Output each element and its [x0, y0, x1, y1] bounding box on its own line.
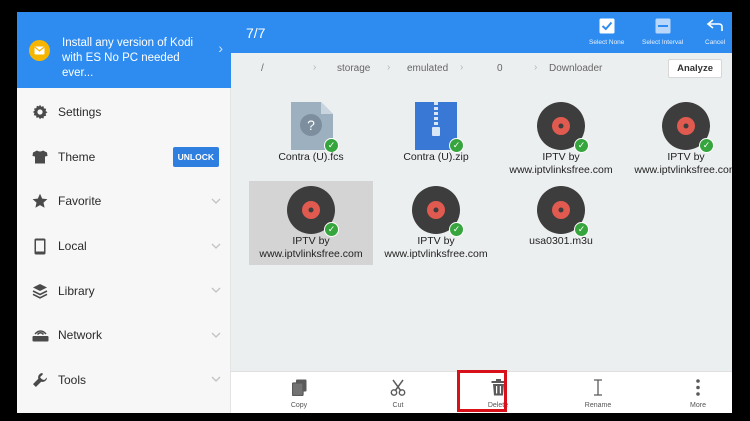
- media-disc-icon: ✓: [661, 101, 714, 153]
- selection-header: 7/7 Select None Select Interval Cancel: [231, 12, 732, 53]
- breadcrumb-segment-0[interactable]: 0: [497, 63, 503, 74]
- file-item[interactable]: ✓ IPTV by www.iptvlinksfree.com: [499, 97, 623, 181]
- zip-file-icon: ✓: [411, 101, 464, 153]
- media-disc-icon: ✓: [286, 185, 339, 237]
- return-icon: [706, 16, 724, 36]
- shirt-icon: [31, 148, 49, 166]
- copy-label: Copy: [290, 402, 308, 409]
- unknown-file-icon: ? ✓: [286, 101, 339, 153]
- selection-count: 7/7: [246, 25, 266, 41]
- delete-highlight-box: [457, 370, 507, 412]
- breadcrumb-segment-downloader[interactable]: Downloader: [549, 63, 602, 74]
- sidebar-item-label: Settings: [58, 105, 102, 120]
- router-icon: [31, 326, 49, 344]
- chevron-right-icon: ›: [534, 62, 538, 73]
- file-item-selected[interactable]: ✓ IPTV by www.iptvlinksfree.com: [249, 181, 373, 265]
- layers-icon: [31, 282, 49, 300]
- sidebar-item-network[interactable]: Network: [17, 313, 231, 358]
- unlock-button[interactable]: UNLOCK: [172, 146, 219, 167]
- media-disc-icon: ✓: [536, 185, 589, 237]
- media-disc-icon: ✓: [536, 101, 589, 153]
- sidebar-item-label: Theme: [58, 149, 96, 164]
- es-file-explorer-window: Install any version of Kodi with ES No P…: [17, 12, 732, 413]
- chevron-down-icon: [211, 374, 221, 385]
- file-name: Contra (U).zip: [403, 151, 469, 163]
- analyze-button[interactable]: Analyze: [668, 59, 722, 78]
- copy-icon: [291, 378, 307, 396]
- sidebar-item-local[interactable]: Local: [17, 224, 231, 269]
- file-item[interactable]: ✓ Contra (U).zip: [374, 97, 498, 181]
- sidebar-item-settings[interactable]: Settings: [17, 90, 231, 135]
- rename-label: Rename: [584, 402, 612, 409]
- more-label: More: [690, 402, 706, 409]
- sidebar-item-favorite[interactable]: Favorite: [17, 179, 231, 224]
- file-name: Contra (U).fcs: [278, 151, 344, 163]
- file-item[interactable]: ✓ IPTV by www.iptvlinksfree.com: [624, 97, 732, 181]
- interval-icon: [655, 16, 671, 36]
- chevron-right-icon: ›: [218, 40, 223, 56]
- promo-banner[interactable]: Install any version of Kodi with ES No P…: [17, 12, 231, 88]
- breadcrumb-segment-emulated[interactable]: emulated: [407, 63, 448, 74]
- select-none-button[interactable]: Select None: [589, 16, 624, 46]
- more-vertical-icon: [696, 378, 700, 396]
- breadcrumb-segment-storage[interactable]: storage: [337, 63, 370, 74]
- select-none-label: Select None: [589, 39, 625, 46]
- media-disc-icon: ✓: [411, 185, 464, 237]
- phone-icon: [31, 237, 49, 255]
- chevron-right-icon: ›: [387, 62, 391, 73]
- file-name: IPTV by www.iptvlinksfree.com: [384, 235, 488, 260]
- scissors-icon: [390, 378, 406, 396]
- file-name: usa0301.m3u: [529, 235, 593, 247]
- more-button[interactable]: More: [668, 372, 728, 413]
- copy-button[interactable]: Copy: [269, 372, 329, 413]
- text-cursor-icon: [593, 378, 603, 396]
- file-name: IPTV by www.iptvlinksfree.com: [509, 151, 613, 176]
- file-name: IPTV by www.iptvlinksfree.com: [634, 151, 732, 176]
- sidebar-item-label: Local: [58, 239, 87, 254]
- sidebar-item-label: Tools: [58, 372, 87, 387]
- sidebar-item-label: Network: [58, 328, 103, 343]
- cancel-label: Cancel: [705, 39, 726, 46]
- star-icon: [31, 192, 49, 210]
- cut-label: Cut: [392, 402, 404, 409]
- sidebar-menu: Settings Theme UNLOCK Favorite Local Lib…: [17, 90, 231, 402]
- chevron-down-icon: [211, 241, 221, 252]
- rename-button[interactable]: Rename: [568, 372, 628, 413]
- mail-icon: [29, 40, 50, 61]
- file-item[interactable]: ✓ usa0301.m3u: [499, 181, 623, 265]
- sidebar-item-tools[interactable]: Tools: [17, 358, 231, 403]
- sidebar-item-theme[interactable]: Theme UNLOCK: [17, 135, 231, 180]
- sidebar-item-library[interactable]: Library: [17, 268, 231, 313]
- chevron-right-icon: ›: [313, 62, 317, 73]
- file-item[interactable]: ✓ IPTV by www.iptvlinksfree.com: [374, 181, 498, 265]
- sidebar-item-label: Favorite: [58, 194, 102, 209]
- file-name: IPTV by www.iptvlinksfree.com: [259, 235, 363, 260]
- chevron-down-icon: [211, 196, 221, 207]
- file-item[interactable]: ? ✓ Contra (U).fcs: [249, 97, 373, 181]
- chevron-down-icon: [211, 330, 221, 341]
- cut-button[interactable]: Cut: [368, 372, 428, 413]
- cancel-button[interactable]: Cancel: [705, 16, 725, 46]
- chevron-right-icon: ›: [460, 62, 464, 73]
- svg-text:?: ?: [307, 117, 315, 133]
- chevron-down-icon: [211, 285, 221, 296]
- file-grid: ? ✓ Contra (U).fcs ✓ Contra (U).zip ✓ IP…: [231, 83, 732, 371]
- gear-icon: [31, 103, 49, 121]
- select-interval-button[interactable]: Select Interval: [642, 16, 683, 46]
- promo-text: Install any version of Kodi with ES No P…: [62, 37, 194, 79]
- select-interval-label: Select Interval: [642, 39, 684, 46]
- breadcrumb-segment-root[interactable]: /: [261, 63, 264, 74]
- sidebar-item-label: Library: [58, 283, 95, 298]
- checkbox-icon: [599, 16, 615, 36]
- breadcrumb: / › storage › emulated › 0 › Downloader …: [231, 53, 732, 83]
- wrench-icon: [31, 371, 49, 389]
- sidebar: Install any version of Kodi with ES No P…: [17, 12, 231, 413]
